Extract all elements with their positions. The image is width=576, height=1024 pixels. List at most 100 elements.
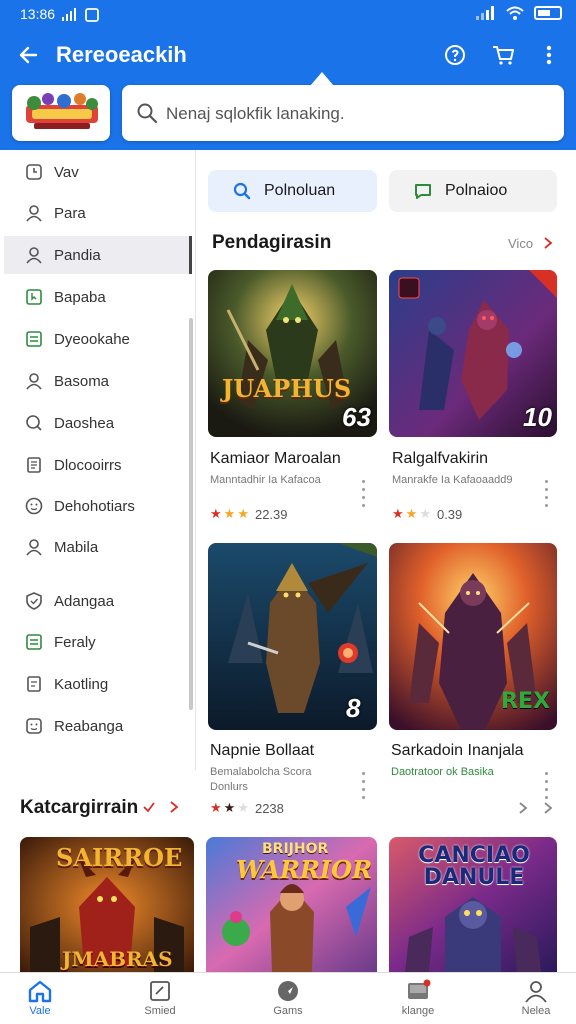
game-subtitle-2: Donlurs (210, 781, 248, 793)
cell-signal-icon (476, 6, 494, 20)
nav-games[interactable]: Gams (248, 977, 328, 1017)
nav-label: Vale (29, 1005, 51, 1017)
star-icon: ★ (237, 506, 249, 521)
sidebar-item-label: Vav (54, 163, 79, 181)
game-title[interactable]: Napnie Bollaat (210, 742, 314, 760)
back-arrow-icon[interactable] (14, 40, 44, 70)
more-options-icon[interactable] (362, 480, 366, 512)
rating: ★ ★ ★ 22.39 (210, 506, 288, 522)
game-thumbnail[interactable]: CANCIAO DANULE (389, 837, 557, 972)
sidebar-item-label: Feraly (54, 633, 96, 651)
art-title: JUAPHUS (222, 374, 352, 403)
sidebar-item-vav[interactable]: Vav (4, 153, 192, 191)
doc-icon (27, 457, 41, 473)
star-icon: ★ (392, 506, 404, 521)
help-icon[interactable] (440, 40, 470, 70)
sidebar-item-reabanga[interactable]: Reabanga (4, 707, 192, 745)
star-icon: ★ (405, 506, 418, 521)
tab-label: Polnoluan (264, 182, 336, 199)
sidebar-item-label: Basoma (54, 372, 110, 390)
sidebar-item-bapaba[interactable]: Bapaba (4, 278, 192, 316)
more-vert-icon[interactable] (534, 40, 564, 70)
rating: ★ ★ ★ 2238 (210, 800, 284, 816)
sidebar-item-basoma[interactable]: Basoma (4, 362, 192, 400)
badge-number: 8 (346, 693, 361, 723)
sidebar-item-pandia[interactable]: Pandia (4, 236, 192, 274)
header: 13:86 Rereoeackih Nenaj sqlokfik lanakin… (0, 0, 576, 150)
nav-home[interactable]: Vale (0, 977, 80, 1017)
game-title[interactable]: Ralgalfvakirin (392, 450, 488, 468)
shield-icon (26, 592, 42, 610)
chevron-right-icon[interactable] (168, 799, 180, 815)
bookmark-icon (26, 289, 42, 305)
game-thumbnail[interactable]: REX (389, 543, 557, 730)
game-logo[interactable] (12, 85, 110, 141)
list-icon (26, 634, 42, 650)
tab-chat[interactable]: Polnaioo (389, 170, 557, 212)
sidebar-item-mabila[interactable]: Mabila (4, 528, 192, 566)
star-icon: ★ (223, 506, 236, 521)
sidebar-scrollbar[interactable] (189, 318, 193, 710)
nav-inbox[interactable]: klange (378, 977, 458, 1017)
art-title: SAIRROE (56, 843, 183, 872)
rating-value: 22.39 (254, 506, 288, 522)
battery-icon (534, 6, 562, 20)
status-icons (476, 6, 562, 20)
more-options-icon[interactable] (362, 772, 366, 804)
game-thumbnail[interactable]: SAIRROE JMABRAS (20, 837, 194, 972)
clock-icon (26, 164, 42, 180)
rating: ★ ★ ★ 0.39 (392, 506, 462, 522)
search-row: Nenaj sqlokfik lanaking. (0, 84, 576, 144)
sidebar-item-label: Pandia (54, 246, 101, 264)
star-icon: ★ (210, 800, 222, 815)
badge-number: 10 (523, 402, 552, 432)
chevron-right-icon[interactable] (542, 235, 554, 251)
nav-label: Nelea (521, 1005, 551, 1017)
logo-art-icon (26, 93, 98, 129)
search-icon (26, 415, 42, 431)
badge-number: 63 (342, 402, 371, 432)
chat-icon (415, 184, 431, 199)
chevron-right-icon[interactable] (542, 800, 554, 816)
star-icon: ★ (237, 800, 249, 815)
game-title[interactable]: Kamiaor Maroalan (210, 450, 341, 468)
signal-icon (62, 8, 99, 22)
game-thumbnail[interactable]: BRIJHOR WARRIOR (206, 837, 377, 972)
sidebar-item-daoshea[interactable]: Daoshea (4, 404, 192, 442)
tab-search[interactable]: Polnoluan (208, 170, 377, 212)
search-placeholder: Nenaj sqlokfik lanaking. (166, 104, 345, 123)
sidebar-item-feraly[interactable]: Feraly (4, 623, 192, 661)
game-title[interactable]: Sarkadoin Inanjala (391, 742, 524, 760)
nav-profile[interactable]: Nelea (496, 977, 576, 1017)
wifi-icon (506, 6, 524, 20)
chevron-right-icon[interactable] (517, 800, 529, 816)
star-icon: ★ (223, 800, 236, 815)
see-all-link[interactable]: Vico (508, 236, 533, 251)
doc-icon (27, 676, 41, 692)
app-bar: Rereoeackih (0, 34, 576, 76)
cart-icon[interactable] (488, 40, 518, 70)
person-icon (26, 247, 42, 264)
search-bar[interactable]: Nenaj sqlokfik lanaking. (122, 85, 564, 141)
game-thumbnail[interactable]: 10 (389, 270, 557, 437)
tab-label: Polnaioo (445, 182, 508, 199)
sidebar-item-dyeookahe[interactable]: Dyeookahe (4, 320, 192, 358)
more-options-icon[interactable] (545, 480, 549, 512)
sidebar-item-adangaa[interactable]: Adangaa (4, 582, 192, 620)
art-title: REX (501, 689, 550, 714)
sidebar-item-kaotling[interactable]: Kaotling (4, 665, 192, 703)
nav-label: Smied (144, 1005, 176, 1017)
game-thumbnail[interactable]: 8 (208, 543, 377, 730)
sidebar-item-para[interactable]: Para (4, 194, 192, 232)
inbox-icon (408, 979, 431, 999)
game-subtitle: Daotratoor ok Basika (391, 766, 494, 778)
compass-icon (278, 981, 298, 1001)
sidebar-item-dlocooirrs[interactable]: Dlocooirrs (4, 446, 192, 484)
page-title: Rereoeackih (56, 42, 187, 67)
sidebar-item-label: Bapaba (54, 288, 106, 306)
game-thumbnail[interactable]: JUAPHUS 63 (208, 270, 377, 437)
game-subtitle: Manrakfe Ia Kafaoaadd9 (392, 474, 513, 486)
nav-edit[interactable]: Smied (120, 977, 200, 1017)
sidebar-item-dehohotiars[interactable]: Dehohotiars (4, 487, 192, 525)
face-icon (25, 497, 43, 515)
